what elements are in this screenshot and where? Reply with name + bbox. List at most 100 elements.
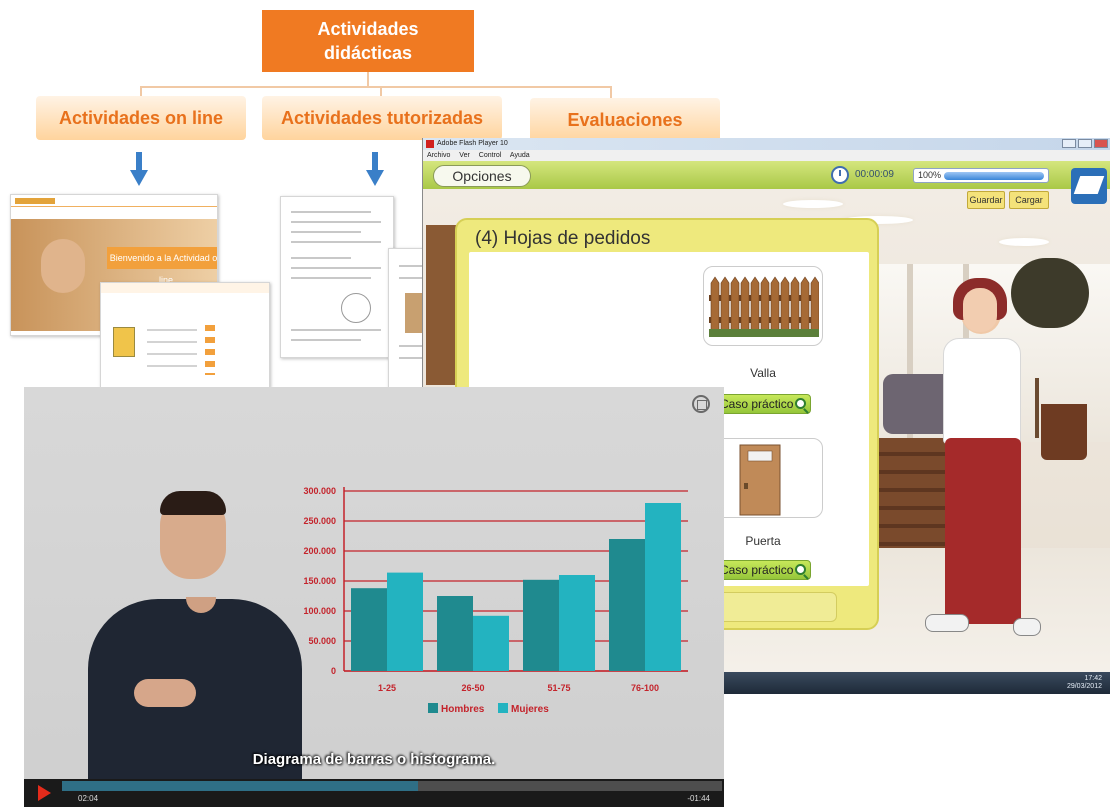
woman-pants: [945, 438, 1021, 624]
connector-line: [367, 72, 369, 86]
arrow-down-icon: [130, 152, 148, 186]
y-tick-label: 250.000: [303, 516, 336, 526]
category-tutored: Actividades tutorizadas: [262, 96, 502, 140]
connector-line: [140, 86, 610, 88]
bar-mujeres: [645, 503, 681, 671]
case-study-label: Caso práctico: [720, 563, 794, 577]
window-title: Adobe Flash Player 10: [437, 140, 508, 147]
diagram-circle: [341, 293, 371, 323]
bar-hombres: [437, 596, 473, 671]
y-tick-label: 0: [331, 666, 336, 676]
save-button[interactable]: Guardar: [967, 191, 1005, 209]
menu-ayuda[interactable]: Ayuda: [510, 152, 530, 159]
woman-shoe-left: [925, 614, 969, 632]
y-tick-label: 300.000: [303, 486, 336, 496]
category-tutored-label: Actividades tutorizadas: [280, 107, 484, 128]
fence-icon: [709, 275, 819, 337]
online-activity-form-thumbnail: [100, 282, 270, 388]
progress-fill: [944, 172, 1044, 180]
remaining-time: -01:44: [687, 794, 710, 803]
elapsed-timer: 00:00:09: [855, 169, 894, 180]
elapsed-time: 02:04: [78, 794, 99, 803]
form-header: [101, 283, 269, 293]
menu-archivo[interactable]: Archivo: [427, 152, 450, 159]
legend-swatch: [428, 703, 438, 713]
progress-label: 100%: [918, 170, 942, 180]
menu-ver[interactable]: Ver: [459, 152, 470, 159]
legend-swatch: [498, 703, 508, 713]
window-titlebar: Adobe Flash Player 10: [423, 138, 1110, 150]
clock-time: 17:42: [1084, 675, 1102, 682]
options-button[interactable]: Opciones: [433, 165, 531, 187]
welcome-banner: Bienvenido a la Actividad on line: [107, 247, 217, 285]
close-button[interactable]: [1094, 139, 1108, 148]
radio-column: [205, 325, 215, 375]
arrow-down-icon: [366, 152, 384, 186]
bar-mujeres: [559, 575, 595, 671]
seek-bar[interactable]: [62, 781, 722, 791]
y-tick-label: 50.000: [308, 636, 336, 646]
case-study-label: Caso práctico: [720, 397, 794, 411]
category-evaluations: Evaluaciones: [530, 98, 720, 142]
x-tick-label: 76-100: [631, 683, 659, 693]
flash-icon: [426, 140, 434, 148]
category-online-label: Actividades on line: [58, 107, 224, 128]
bar-chart: 0 50.000 100.000 150.000 200.000 250.000 300.0…: [303, 486, 688, 715]
maximize-button[interactable]: [1078, 139, 1092, 148]
presenter-hands: [134, 679, 196, 707]
fence-label: Valla: [750, 366, 776, 380]
menu-control[interactable]: Control: [479, 152, 502, 159]
magnifier-icon: [795, 398, 806, 409]
bar-hombres: [351, 588, 387, 671]
x-tick-label: 51-75: [547, 683, 570, 693]
case-study-button-fence[interactable]: Caso práctico: [713, 394, 811, 414]
bar-hombres: [609, 539, 645, 671]
bar-mujeres: [473, 615, 509, 671]
plant-stem: [1035, 378, 1039, 438]
woman-shirt: [943, 338, 1021, 444]
video-player: 0 50.000 100.000 150.000 200.000 250.000 300.0…: [24, 387, 724, 807]
presenter-hair: [160, 491, 226, 515]
notebook-icon[interactable]: [1071, 168, 1107, 204]
collage: Actividades didácticas Actividades on li…: [0, 0, 1110, 807]
fullscreen-icon[interactable]: [692, 395, 710, 413]
box-icon: [113, 327, 135, 357]
x-tick-label: 26-50: [461, 683, 484, 693]
magnifier-icon: [795, 564, 806, 575]
menu-bar: Archivo Ver Control Ayuda: [423, 150, 1110, 161]
timer-clock-icon: [831, 166, 849, 184]
panel-title: (4) Hojas de pedidos: [475, 228, 651, 249]
play-icon[interactable]: [38, 785, 51, 801]
woman-head: [963, 288, 997, 332]
system-tray-clock: 17:42 29/03/2012: [1067, 675, 1102, 691]
case-study-button-door[interactable]: Caso práctico: [713, 560, 811, 580]
ceiling-light: [999, 238, 1049, 246]
video-controls: 02:04 -01:44: [24, 779, 724, 807]
logo-strip: [15, 198, 55, 204]
bookshelf: [426, 225, 456, 385]
y-tick-label: 150.000: [303, 576, 336, 586]
clock-date: 29/03/2012: [1066, 683, 1102, 690]
seek-bar-fill: [62, 781, 419, 791]
bar-hombres: [523, 579, 559, 671]
load-button[interactable]: Cargar: [1009, 191, 1049, 209]
category-evaluations-label: Evaluaciones: [567, 109, 683, 130]
minimize-button[interactable]: [1062, 139, 1076, 148]
x-tick-label: 1-25: [378, 683, 396, 693]
fence-card[interactable]: [703, 266, 823, 346]
y-tick-label: 100.000: [303, 606, 336, 616]
plant-pot: [1041, 404, 1087, 460]
ceiling-light: [783, 200, 843, 208]
bar-mujeres: [387, 572, 423, 671]
legend-label: Hombres: [441, 704, 485, 715]
tutored-document-thumbnail: [280, 196, 394, 358]
root-title: Actividades didácticas: [317, 19, 419, 63]
legend-label: Mujeres: [511, 704, 549, 715]
y-tick-label: 200.000: [303, 546, 336, 556]
person-figure: [41, 239, 85, 293]
root-title-box: Actividades didácticas: [262, 10, 474, 72]
video-subtitle: Diagrama de barras o histograma.: [252, 751, 496, 768]
plant-foliage: [1011, 258, 1089, 328]
category-online: Actividades on line: [36, 96, 246, 140]
progress-indicator: 100%: [913, 168, 1049, 183]
